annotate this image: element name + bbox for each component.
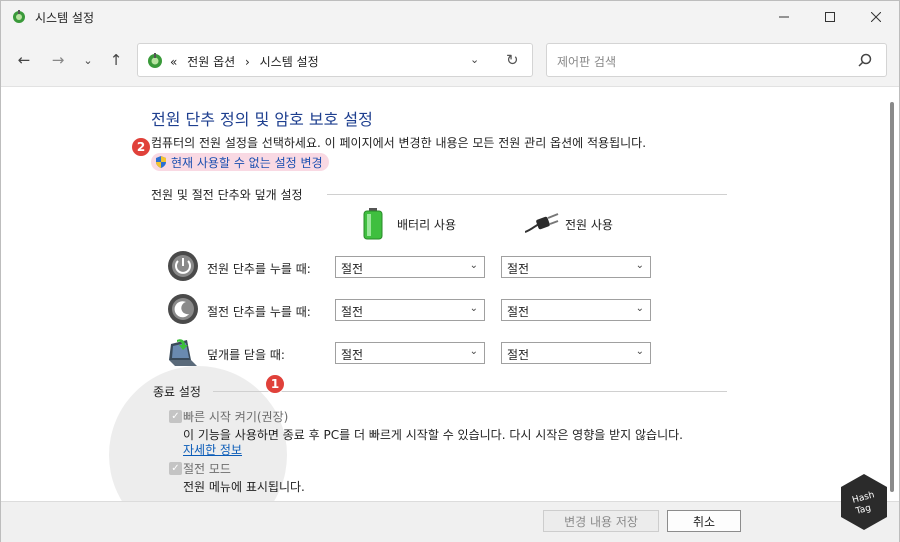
minimize-button[interactable] — [761, 1, 807, 33]
sleep-button-label: 절전 단추를 누를 때: — [207, 305, 311, 319]
select-value: 절전 — [507, 305, 530, 319]
select-value: 절전 — [341, 262, 364, 276]
close-icon — [871, 12, 881, 22]
page-title: 전원 단추 정의 및 암호 보호 설정 — [151, 110, 373, 129]
more-info-link[interactable]: 자세한 정보 — [183, 441, 242, 458]
select-value: 절전 — [507, 262, 530, 276]
fast-startup-description: 이 기능을 사용하면 종료 후 PC를 더 빠르게 시작할 수 있습니다. 다시… — [183, 428, 683, 442]
select-value: 절전 — [341, 305, 364, 319]
fast-startup-checkbox[interactable]: ✓ — [169, 410, 182, 423]
system-settings-window: 시스템 설정 ← → ⌄ ↑ « 전원 옵션 › 시스템 설정 ⌄ ↻ 제어판 … — [0, 0, 900, 542]
maximize-icon — [825, 12, 835, 22]
window-title: 시스템 설정 — [35, 11, 95, 25]
laptop-lid-icon — [169, 339, 197, 366]
fast-startup-label: 빠른 시작 켜기(권장) — [183, 410, 289, 424]
breadcrumb-prefix[interactable]: « — [170, 55, 177, 69]
sleep-mode-description: 전원 메뉴에 표시됩니다. — [183, 480, 305, 494]
uac-shield-icon — [156, 156, 166, 168]
sleep-mode-label: 절전 모드 — [183, 462, 231, 476]
control-panel-icon — [13, 10, 25, 23]
sleep-button-plugged-select[interactable]: 절전 ⌄ — [501, 299, 651, 321]
battery-column-header: 배터리 사용 — [397, 218, 457, 232]
select-value: 절전 — [341, 348, 364, 362]
cancel-button[interactable]: 취소 — [667, 510, 741, 532]
search-icon[interactable] — [857, 52, 873, 68]
power-button-label: 전원 단추를 누를 때: — [207, 262, 311, 276]
refresh-icon[interactable]: ↻ — [506, 51, 519, 69]
battery-icon — [363, 208, 383, 240]
section-divider — [327, 194, 727, 195]
power-button-plugged-select[interactable]: 절전 ⌄ — [501, 256, 651, 278]
sleep-button-icon — [168, 294, 198, 324]
lid-close-label: 덮개를 닫을 때: — [207, 348, 285, 362]
scrollbar-thumb[interactable] — [890, 102, 894, 492]
sleep-button-battery-select[interactable]: 절전 ⌄ — [335, 299, 485, 321]
shutdown-section-title: 종료 설정 — [153, 385, 201, 399]
power-button-icon — [168, 251, 198, 281]
change-link-label[interactable]: 현재 사용할 수 없는 설정 변경 — [171, 156, 323, 170]
title-bar: 시스템 설정 — [1, 1, 899, 33]
breadcrumb: « 전원 옵션 › 시스템 설정 — [170, 53, 325, 70]
chevron-down-icon: ⌄ — [469, 303, 478, 314]
chevron-down-icon: ⌄ — [635, 303, 644, 314]
page-description: 컴퓨터의 전원 설정을 선택하세요. 이 페이지에서 변경한 내용은 모든 전원… — [151, 136, 647, 150]
breadcrumb-item-system-settings[interactable]: 시스템 설정 — [260, 55, 319, 69]
breadcrumb-item-power-options[interactable]: 전원 옵션 — [187, 55, 235, 69]
lid-close-plugged-select[interactable]: 절전 ⌄ — [501, 342, 651, 364]
maximize-button[interactable] — [807, 1, 853, 33]
recent-locations-button[interactable]: ⌄ — [77, 49, 99, 71]
close-button[interactable] — [853, 1, 899, 33]
save-changes-button[interactable]: 변경 내용 저장 — [543, 510, 659, 532]
change-unavailable-settings-link[interactable]: 현재 사용할 수 없는 설정 변경 — [151, 153, 329, 171]
plugged-column-header: 전원 사용 — [565, 218, 613, 232]
chevron-down-icon: ⌄ — [635, 260, 644, 271]
chevron-down-icon: ⌄ — [469, 260, 478, 271]
minimize-icon — [779, 16, 789, 18]
chevron-down-icon[interactable]: ⌄ — [470, 53, 479, 66]
control-panel-icon — [148, 53, 162, 68]
hashtag-logo-icon: Hash Tag — [841, 474, 887, 530]
up-button[interactable]: ↑ — [105, 49, 127, 71]
power-button-battery-select[interactable]: 절전 ⌄ — [335, 256, 485, 278]
vertical-scrollbar[interactable] — [885, 88, 899, 501]
main-content: 전원 단추 정의 및 암호 보호 설정 컴퓨터의 전원 설정을 선택하세요. 이… — [1, 88, 899, 542]
select-value: 절전 — [507, 348, 530, 362]
power-buttons-section-title: 전원 및 절전 단추와 덮개 설정 — [151, 188, 303, 202]
back-button[interactable]: ← — [13, 49, 35, 71]
forward-button[interactable]: → — [47, 49, 69, 71]
search-box[interactable]: 제어판 검색 — [546, 43, 887, 77]
sleep-mode-checkbox[interactable]: ✓ — [169, 462, 182, 475]
breadcrumb-separator[interactable]: › — [245, 55, 250, 69]
section-divider — [213, 391, 727, 392]
search-input[interactable]: 제어판 검색 — [557, 53, 616, 70]
address-bar[interactable]: « 전원 옵션 › 시스템 설정 ⌄ ↻ — [137, 43, 533, 77]
navigation-bar: ← → ⌄ ↑ « 전원 옵션 › 시스템 설정 ⌄ ↻ 제어판 검색 — [1, 33, 899, 87]
lid-close-battery-select[interactable]: 절전 ⌄ — [335, 342, 485, 364]
power-plug-icon — [525, 213, 559, 233]
step-badge-2: 2 — [131, 137, 151, 157]
step-badge-1: 1 — [265, 374, 285, 394]
footer-bar: 변경 내용 저장 취소 — [1, 501, 899, 542]
chevron-down-icon: ⌄ — [469, 346, 478, 357]
chevron-down-icon: ⌄ — [635, 346, 644, 357]
